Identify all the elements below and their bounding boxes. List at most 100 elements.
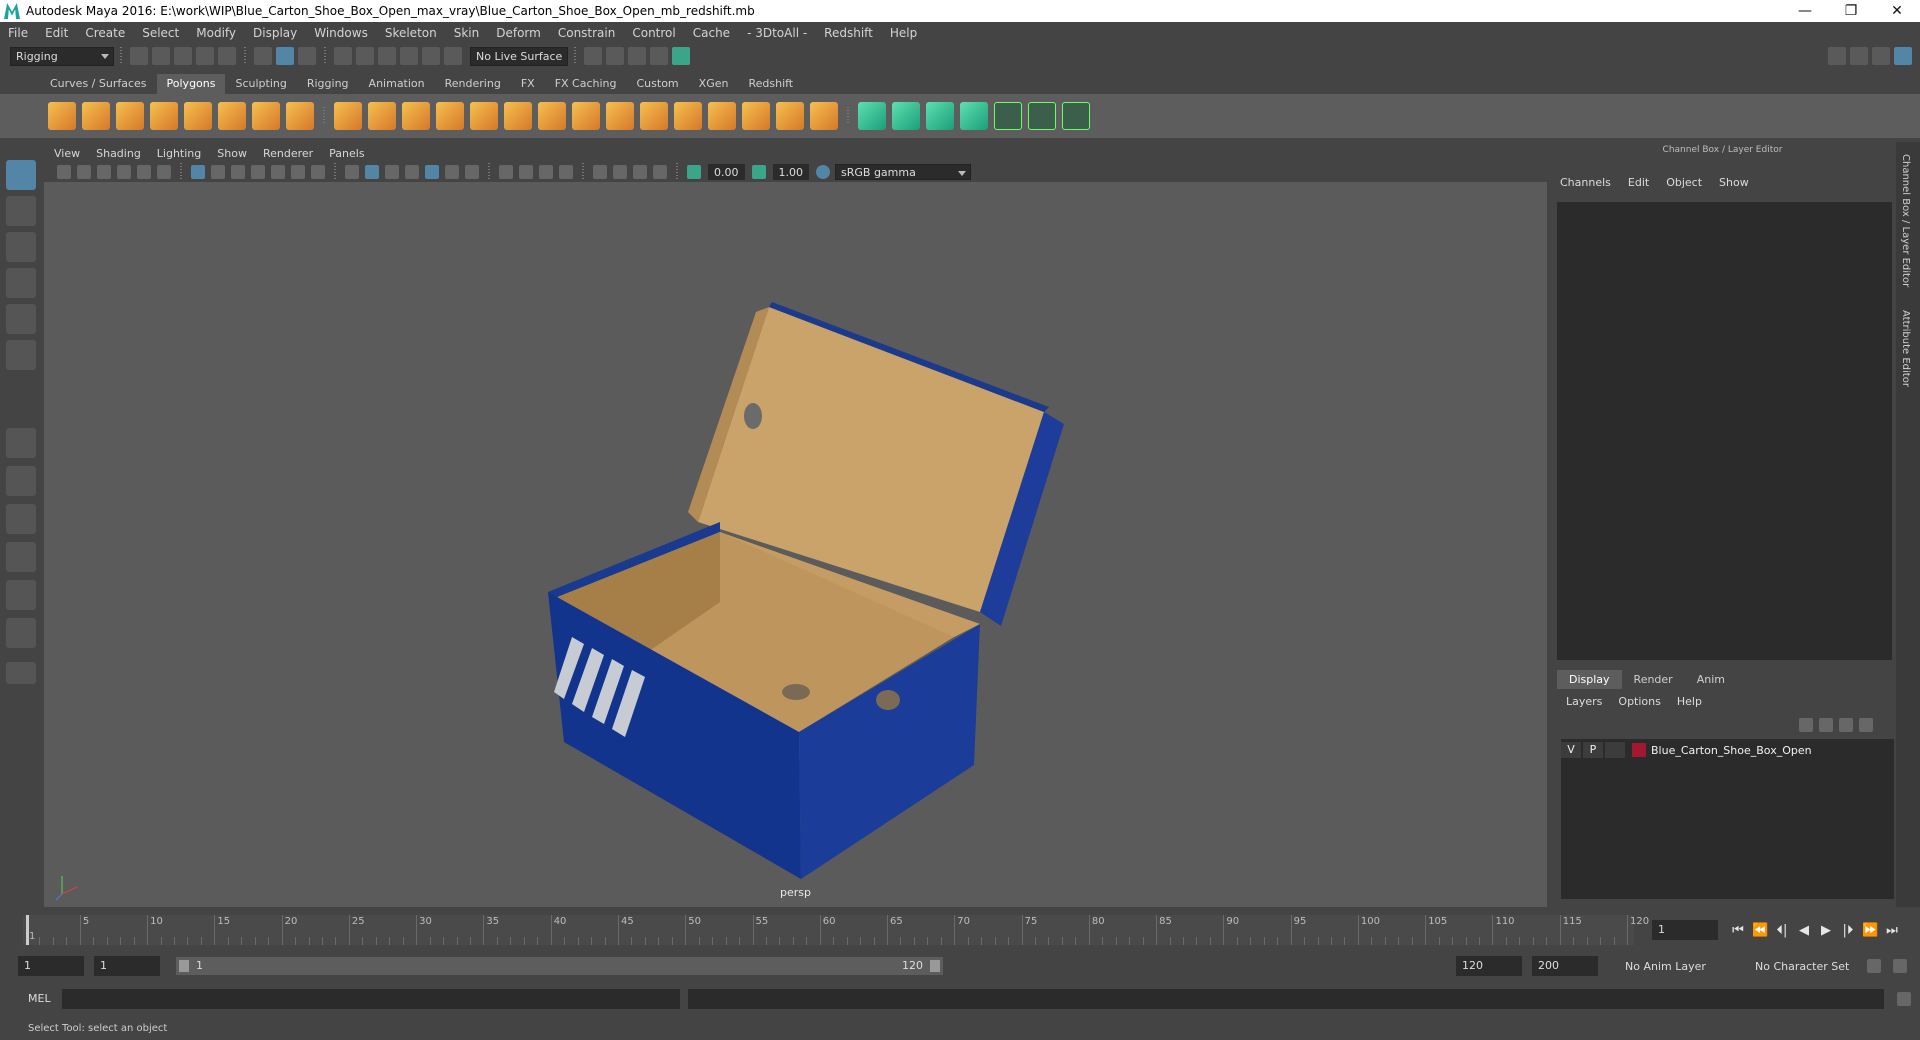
snap-point-icon[interactable] [378,47,396,65]
step-forward-key-button[interactable]: ⏩ [1862,923,1878,939]
magnet-icon[interactable] [444,47,462,65]
modeling-toolkit-icon[interactable] [1828,47,1846,65]
field-chart-icon[interactable] [271,165,285,179]
xray-joints-icon[interactable] [633,165,647,179]
poly-pyramid-icon[interactable] [252,102,280,130]
menu-skeleton[interactable]: Skeleton [385,26,437,40]
poly-torus-icon[interactable] [218,102,246,130]
menu-constrain[interactable]: Constrain [558,26,616,40]
select-tool-icon[interactable] [6,160,36,190]
menu-deform[interactable]: Deform [496,26,541,40]
menu-3dtoall[interactable]: - 3DtoAll - [747,26,807,40]
menu-display[interactable]: Display [253,26,297,40]
two-d-pan-icon[interactable] [137,165,151,179]
uv-editor-icon[interactable] [994,102,1022,130]
image-plane-icon[interactable] [117,165,131,179]
character-set-dropdown[interactable]: No Character Set [1750,956,1866,976]
tab-polygons[interactable]: Polygons [156,74,226,94]
step-back-key-button[interactable]: ⏪ [1752,923,1768,939]
shadows-icon[interactable] [465,165,479,179]
tab-channel-box-layer-editor[interactable]: Channel Box / Layer Editor [1900,154,1911,287]
insert-edge-loop-icon[interactable] [708,102,736,130]
fill-hole-icon[interactable] [810,102,838,130]
viewport-menu-view[interactable]: View [54,147,80,160]
tab-fx[interactable]: FX [511,74,545,94]
persp-uv-layout-icon[interactable] [6,618,36,648]
gamma-icon[interactable] [751,165,766,179]
bridge-icon[interactable] [606,102,634,130]
snap-grid-icon[interactable] [334,47,352,65]
tab-sculpting[interactable]: Sculpting [225,74,296,94]
layer-row[interactable]: V P Blue_Carton_Shoe_Box_Open [1561,741,1891,759]
menu-control[interactable]: Control [632,26,675,40]
menu-windows[interactable]: Windows [314,26,368,40]
wireframe-icon[interactable] [345,165,359,179]
go-to-end-button[interactable]: ⏭ [1884,923,1900,939]
poly-pipe-icon[interactable] [286,102,314,130]
step-back-frame-button[interactable]: ⏴| [1774,923,1790,939]
save-scene-icon[interactable] [174,47,192,65]
viewport-menu-panels[interactable]: Panels [329,147,364,160]
gamma-field[interactable]: 1.00 [772,164,809,180]
booleans-icon[interactable] [436,102,464,130]
safe-title-icon[interactable] [311,165,325,179]
time-ruler[interactable]: 1 5 10 15 20 25 30 35 40 45 50 55 60 65 70 75 80 85 90 95 10… [23,915,1649,945]
select-component-icon[interactable] [298,47,316,65]
play-backwards-button[interactable]: ◀ [1796,923,1812,939]
render-settings-icon[interactable] [650,47,668,65]
show-menu[interactable]: Show [1719,176,1749,189]
tab-display[interactable]: Display [1557,670,1622,689]
viewport-menu-lighting[interactable]: Lighting [157,147,201,160]
menu-help[interactable]: Help [890,26,917,40]
isolate-select-icon[interactable] [593,165,607,179]
viewport-menu-show[interactable]: Show [217,147,247,160]
current-time-indicator[interactable] [26,915,29,945]
menu-cache[interactable]: Cache [693,26,730,40]
use-all-lights-icon[interactable] [445,165,459,179]
channel-box-toggle-icon[interactable] [1894,47,1912,65]
extrude-icon[interactable] [572,102,600,130]
uv-shell-icon[interactable] [1062,102,1090,130]
new-scene-icon[interactable] [130,47,148,65]
color-management-icon[interactable] [816,165,830,179]
perspective-viewport[interactable]: persp [44,182,1547,907]
reduce-icon[interactable] [504,102,532,130]
playback-start-field[interactable]: 1 [94,956,160,976]
safe-action-icon[interactable] [291,165,305,179]
camera-attributes-icon[interactable] [77,165,91,179]
move-layer-up-icon[interactable] [1799,718,1813,732]
viewport-menu-renderer[interactable]: Renderer [263,147,313,160]
exposure-icon[interactable] [687,165,701,179]
tab-rigging[interactable]: Rigging [297,74,359,94]
smooth-shade-icon[interactable] [365,165,379,179]
tab-attribute-editor[interactable]: Attribute Editor [1900,310,1911,387]
tab-xgen[interactable]: XGen [689,74,739,94]
wireframe-on-shaded-icon[interactable] [405,165,419,179]
select-hierarchy-icon[interactable] [254,47,272,65]
hypershade-icon[interactable] [672,47,690,65]
camera-select-icon[interactable] [57,165,71,179]
rotate-tool-icon[interactable] [6,304,36,334]
poly-cube-icon[interactable] [82,102,110,130]
grid-icon[interactable] [191,165,205,179]
extract-icon[interactable] [402,102,430,130]
lasso-tool-icon[interactable] [6,196,36,226]
object-menu[interactable]: Object [1666,176,1702,189]
tab-curves-surfaces[interactable]: Curves / Surfaces [40,74,157,94]
tab-redshift[interactable]: Redshift [738,74,803,94]
combine-icon[interactable] [334,102,362,130]
tab-custom[interactable]: Custom [627,74,689,94]
range-end-handle[interactable] [930,960,940,972]
menu-select[interactable]: Select [142,26,179,40]
persp-hypershade-layout-icon[interactable] [6,580,36,610]
close-button[interactable]: ✕ [1874,0,1920,22]
auto-key-icon[interactable] [1867,959,1881,973]
menu-create[interactable]: Create [85,26,125,40]
options-menu[interactable]: Options [1618,695,1660,708]
depth-of-field-icon[interactable] [559,165,573,179]
checker-map-icon[interactable] [1028,102,1056,130]
bevel-icon[interactable] [640,102,668,130]
channel-list[interactable] [1557,202,1892,660]
paint-select-tool-icon[interactable] [6,232,36,262]
animation-start-field[interactable]: 1 [18,956,84,976]
